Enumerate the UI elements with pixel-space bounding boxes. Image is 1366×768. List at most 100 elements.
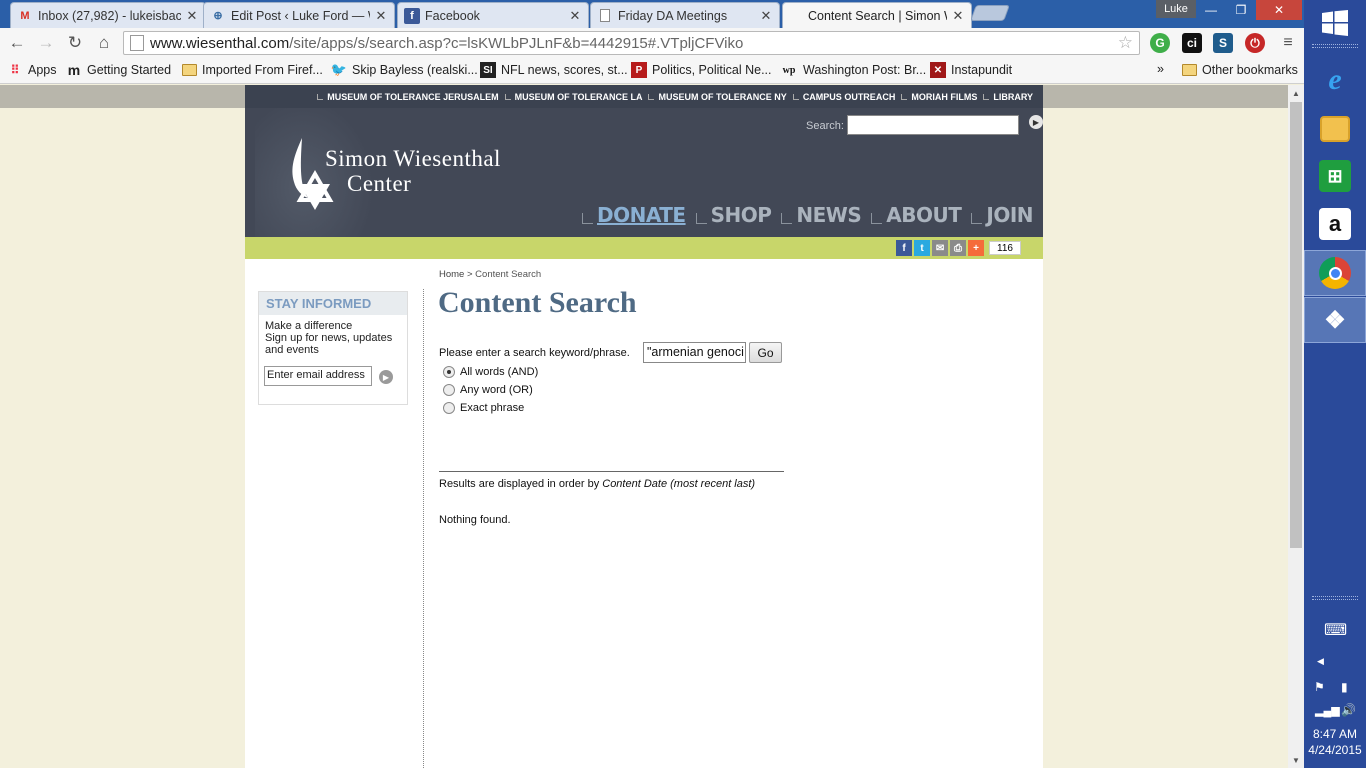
link-mot-la[interactable]: MUSEUM OF TOLERANCE LA [505, 92, 643, 102]
keyword-input[interactable]: "armenian genoci [643, 342, 746, 363]
tab-facebook[interactable]: f Facebook ✕ [397, 2, 589, 28]
twitter-share-icon[interactable]: t [914, 240, 931, 256]
address-bar[interactable]: www.wiesenthal.com/site/apps/s/search.as… [123, 31, 1140, 55]
link-moriah-films[interactable]: MORIAH FILMS [901, 92, 977, 102]
nav-donate[interactable]: DONATE [582, 203, 686, 227]
store-icon: ⊞ [1319, 160, 1351, 192]
option-any-word[interactable]: Any word (OR) [443, 384, 533, 396]
share-bar: f t ✉ ⎙ + 116 [245, 237, 1043, 259]
scrollbar-thumb[interactable] [1290, 102, 1302, 548]
bookmark-politico[interactable]: P Politics, Political Ne... [631, 62, 771, 78]
site-container: MUSEUM OF TOLERANCE JERUSALEM MUSEUM OF … [245, 85, 1043, 768]
network-signal-icon[interactable]: ▂▄▆ [1315, 704, 1340, 717]
chrome-icon [1319, 257, 1351, 289]
bookmark-getting-started[interactable]: m Getting Started [66, 62, 171, 78]
close-icon[interactable]: ✕ [568, 8, 582, 24]
taskbar-amazon[interactable]: a [1304, 201, 1366, 247]
grammarly-extension-icon[interactable]: G [1150, 33, 1170, 53]
show-hidden-icons-arrow[interactable]: ◀ [1317, 656, 1324, 667]
gmail-icon: M [20, 9, 30, 22]
email-share-icon[interactable]: ✉ [932, 240, 949, 256]
window-close-button[interactable]: ✕ [1256, 0, 1302, 20]
scroll-up-icon[interactable]: ▲ [1288, 85, 1304, 101]
power-battery-icon[interactable]: ▮ [1341, 680, 1348, 694]
taskbar-file-explorer[interactable] [1304, 106, 1366, 152]
power-extension-icon[interactable]: ⏻ [1245, 33, 1265, 53]
folder-icon [1181, 62, 1197, 78]
internet-explorer-icon: e [1328, 63, 1342, 96]
tab-friday-da[interactable]: Friday DA Meetings ✕ [590, 2, 780, 28]
new-tab-button[interactable] [970, 5, 1010, 21]
link-campus-outreach[interactable]: CAMPUS OUTREACH [793, 92, 896, 102]
nav-join[interactable]: JOIN [971, 203, 1033, 227]
tab-gmail[interactable]: M Inbox (27,982) - lukeisbac ✕ [10, 2, 206, 28]
apps-grid-icon: ⠿ [10, 63, 20, 77]
bookmark-other[interactable]: Other bookmarks [1181, 62, 1298, 78]
bookmarks-overflow-chevron[interactable]: » [1157, 62, 1164, 76]
nav-news[interactable]: NEWS [781, 203, 861, 227]
home-icon[interactable]: ⌂ [93, 32, 115, 54]
tab-edit-post[interactable]: ⊕ Edit Post ‹ Luke Ford — W ✕ [203, 2, 395, 28]
close-icon[interactable]: ✕ [951, 8, 965, 24]
keyboard-icon[interactable]: ⌨ [1324, 620, 1347, 640]
taskbar-chrome[interactable] [1304, 250, 1366, 296]
bookmark-washington-post[interactable]: wp Washington Post: Br... [780, 62, 927, 78]
go-button[interactable]: Go [749, 342, 782, 363]
scroll-down-icon[interactable]: ▼ [1288, 752, 1304, 768]
forward-arrow-icon[interactable]: → [35, 32, 57, 54]
radio-selected-icon[interactable] [443, 366, 455, 378]
share-buttons: f t ✉ ⎙ + 116 [896, 240, 1021, 256]
volume-icon[interactable]: 🔊 [1341, 703, 1356, 717]
taskbar-dropbox[interactable]: ❖ [1304, 297, 1366, 343]
taskbar-store[interactable]: ⊞ [1304, 153, 1366, 199]
page-scrollbar[interactable]: ▲ ▼ [1288, 85, 1304, 768]
link-mot-ny[interactable]: MUSEUM OF TOLERANCE NY [648, 92, 786, 102]
minimize-icon[interactable]: — [1196, 0, 1226, 20]
action-center-flag-icon[interactable]: ⚑ [1314, 680, 1325, 694]
breadcrumb-home[interactable]: Home [439, 269, 464, 280]
close-icon[interactable]: ✕ [374, 8, 388, 24]
system-clock[interactable]: 8:47 AM 4/24/2015 [1304, 726, 1366, 758]
site-search-input[interactable] [847, 115, 1019, 135]
back-arrow-icon[interactable]: ← [6, 32, 28, 54]
link-mot-jerusalem[interactable]: MUSEUM OF TOLERANCE JERUSALEM [317, 92, 498, 102]
menu-icon[interactable]: ≡ [1278, 33, 1298, 53]
restore-icon[interactable]: ❐ [1226, 0, 1256, 20]
radio-icon[interactable] [443, 402, 455, 414]
bookmark-apps[interactable]: ⠿ Apps [7, 62, 57, 78]
site-header: Search: ▶ Simon Wiesenthal Center DONATE… [245, 108, 1043, 237]
option-all-words[interactable]: All words (AND) [443, 366, 538, 378]
taskbar-grip [1312, 44, 1358, 48]
bookmark-nfl-news[interactable]: SI NFL news, scores, st... [480, 62, 628, 78]
taskbar-internet-explorer[interactable]: e [1304, 57, 1366, 103]
link-library[interactable]: LIBRARY [983, 92, 1033, 102]
tab-content-search[interactable]: Content Search | Simon W ✕ [782, 2, 972, 28]
bookmark-instapundit[interactable]: ✕ Instapundit [930, 62, 1012, 78]
reload-icon[interactable]: ↻ [64, 32, 86, 54]
print-icon[interactable]: ⎙ [950, 240, 967, 256]
bookmark-star-icon[interactable]: ☆ [1118, 33, 1133, 53]
column-divider [423, 289, 424, 768]
ci-extension-icon[interactable]: ci [1182, 33, 1202, 53]
radio-icon[interactable] [443, 384, 455, 396]
bookmark-skip-bayless[interactable]: 🐦 Skip Bayless (realski... [331, 62, 478, 78]
nav-shop[interactable]: SHOP [696, 203, 772, 227]
newsletter-email-input[interactable]: Enter email address [264, 366, 372, 386]
profile-button[interactable]: Luke [1156, 0, 1196, 18]
close-icon[interactable]: ✕ [185, 8, 199, 24]
facebook-share-icon[interactable]: f [896, 240, 913, 256]
windows-start-button[interactable] [1304, 0, 1366, 46]
tab-strip: M Inbox (27,982) - lukeisbac ✕ ⊕ Edit Po… [0, 0, 1304, 28]
nav-about[interactable]: ABOUT [871, 203, 962, 227]
option-exact-phrase[interactable]: Exact phrase [443, 402, 524, 414]
newsletter-submit-icon[interactable]: ▶ [379, 370, 393, 384]
close-icon[interactable]: ✕ [759, 8, 773, 24]
page-icon [597, 8, 613, 24]
site-search-go-icon[interactable]: ▶ [1029, 115, 1043, 129]
search-prompt: Please enter a search keyword/phrase. [439, 347, 630, 359]
site-logo-text[interactable]: Simon Wiesenthal Center [325, 146, 501, 196]
addthis-plus-icon[interactable]: + [968, 240, 985, 256]
results-divider [439, 471, 784, 472]
bookmark-imported-firefox[interactable]: Imported From Firef... [181, 62, 323, 78]
s-extension-icon[interactable]: S [1213, 33, 1233, 53]
